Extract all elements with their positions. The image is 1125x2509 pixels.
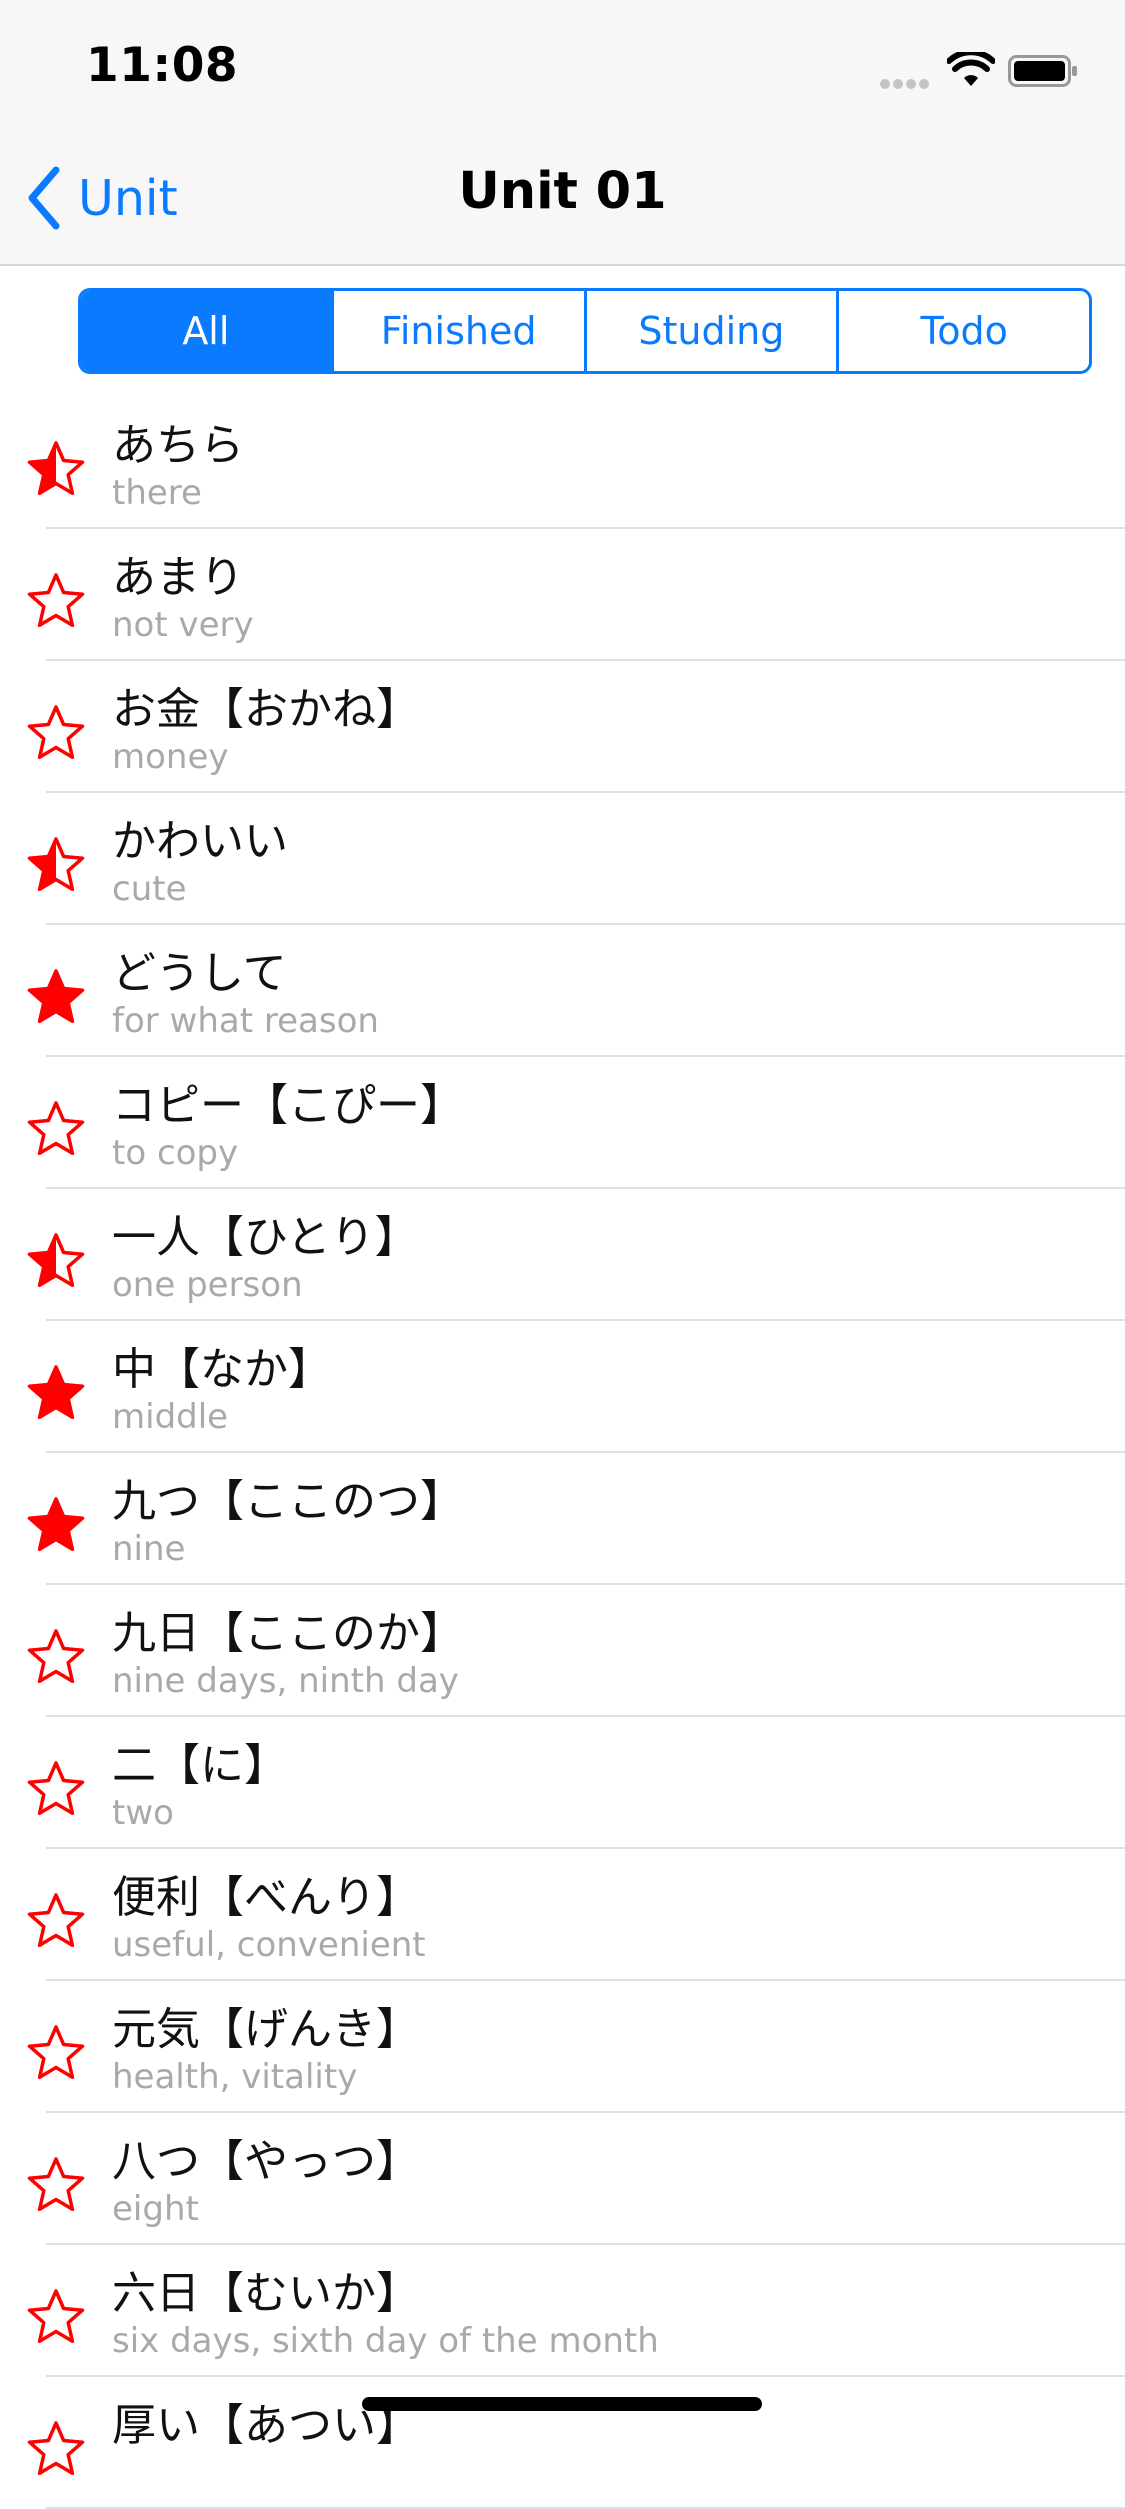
word-label: 二【に】 (112, 1740, 288, 1791)
star-icon[interactable] (26, 2155, 86, 2215)
list-item[interactable]: お金【おかね】 money (0, 661, 1125, 793)
meaning-label: not very (112, 605, 254, 645)
list-item[interactable]: 中【なか】 middle (0, 1321, 1125, 1453)
word-label: 便利【べんり】 (112, 1872, 420, 1923)
meaning-label: cute (112, 869, 187, 909)
list-item[interactable]: 一人【ひとり】 one person (0, 1189, 1125, 1321)
meaning-label: for what reason (112, 1001, 379, 1041)
star-icon[interactable] (26, 703, 86, 763)
battery-icon (1008, 55, 1077, 87)
list-item[interactable]: どうして for what reason (0, 925, 1125, 1057)
word-label: 九日【ここのか】 (112, 1608, 464, 1659)
segment-todo[interactable]: Todo (836, 291, 1089, 371)
meaning-label: middle (112, 1397, 229, 1437)
star-icon[interactable] (26, 967, 86, 1027)
star-icon[interactable] (26, 1099, 86, 1159)
segment-studing[interactable]: Studing (583, 291, 837, 371)
home-indicator (362, 2397, 762, 2411)
word-label: 中【なか】 (112, 1344, 332, 1395)
list-item[interactable]: 便利【べんり】 useful, convenient (0, 1849, 1125, 1981)
star-icon[interactable] (26, 2419, 86, 2479)
word-label: あまり (112, 552, 244, 603)
word-label: あちら (112, 420, 244, 471)
meaning-label: there (112, 473, 202, 513)
star-icon[interactable] (26, 439, 86, 499)
list-item[interactable]: 九日【ここのか】 nine days, ninth day (0, 1585, 1125, 1717)
list-item[interactable]: 八つ【やっつ】 eight (0, 2113, 1125, 2245)
meaning-label: one person (112, 1265, 303, 1305)
wifi-icon (947, 52, 995, 86)
meaning-label: health, vitality (112, 2057, 358, 2097)
navigation-bar: Unit Unit 01 (0, 132, 1125, 266)
star-icon[interactable] (26, 2287, 86, 2347)
star-icon[interactable] (26, 1627, 86, 1687)
filter-segmented-control: All Finished Studing Todo (78, 288, 1092, 374)
star-icon[interactable] (26, 571, 86, 631)
list-item[interactable]: あちら there (0, 397, 1125, 529)
word-label: コピー【こぴー】 (112, 1080, 464, 1131)
star-icon[interactable] (26, 835, 86, 895)
star-icon[interactable] (26, 1495, 86, 1555)
list-item[interactable]: 六日【むいか】 six days, sixth day of the month (0, 2245, 1125, 2377)
list-item[interactable]: 元気【げんき】 health, vitality (0, 1981, 1125, 2113)
list-item[interactable]: コピー【こぴー】 to copy (0, 1057, 1125, 1189)
signal-icon (880, 74, 932, 93)
meaning-label: nine (112, 1529, 186, 1569)
segment-all[interactable]: All (81, 291, 331, 371)
word-label: かわいい (112, 816, 288, 867)
word-label: お金【おかね】 (112, 684, 420, 735)
meaning-label: to copy (112, 1133, 239, 1173)
status-bar: 11:08 (0, 0, 1125, 132)
word-label: 一人【ひとり】 (112, 1212, 419, 1263)
list-item[interactable]: かわいい cute (0, 793, 1125, 925)
meaning-label: nine days, ninth day (112, 1661, 459, 1701)
meaning-label: two (112, 1793, 174, 1833)
word-label: 元気【げんき】 (112, 2004, 420, 2055)
star-icon[interactable] (26, 1363, 86, 1423)
list-item[interactable]: 九つ【ここのつ】 nine (0, 1453, 1125, 1585)
meaning-label: six days, sixth day of the month (112, 2321, 659, 2361)
word-label: どうして (112, 948, 287, 999)
word-label: 六日【むいか】 (112, 2268, 420, 2319)
meaning-label: useful, convenient (112, 1925, 426, 1965)
list-item[interactable]: あまり not very (0, 529, 1125, 661)
word-label: 八つ【やっつ】 (112, 2136, 420, 2187)
star-icon[interactable] (26, 1759, 86, 1819)
star-icon[interactable] (26, 2023, 86, 2083)
star-icon[interactable] (26, 1231, 86, 1291)
segment-finished[interactable]: Finished (330, 291, 584, 371)
status-time: 11:08 (86, 38, 239, 93)
list-item[interactable]: 二【に】 two (0, 1717, 1125, 1849)
star-icon[interactable] (26, 1891, 86, 1951)
meaning-label: eight (112, 2189, 199, 2229)
word-label: 九つ【ここのつ】 (112, 1476, 464, 1527)
word-list: あちら there あまり not very お金【おかね】 money かわい… (0, 397, 1125, 2509)
page-title: Unit 01 (458, 162, 667, 221)
meaning-label: money (112, 737, 229, 777)
